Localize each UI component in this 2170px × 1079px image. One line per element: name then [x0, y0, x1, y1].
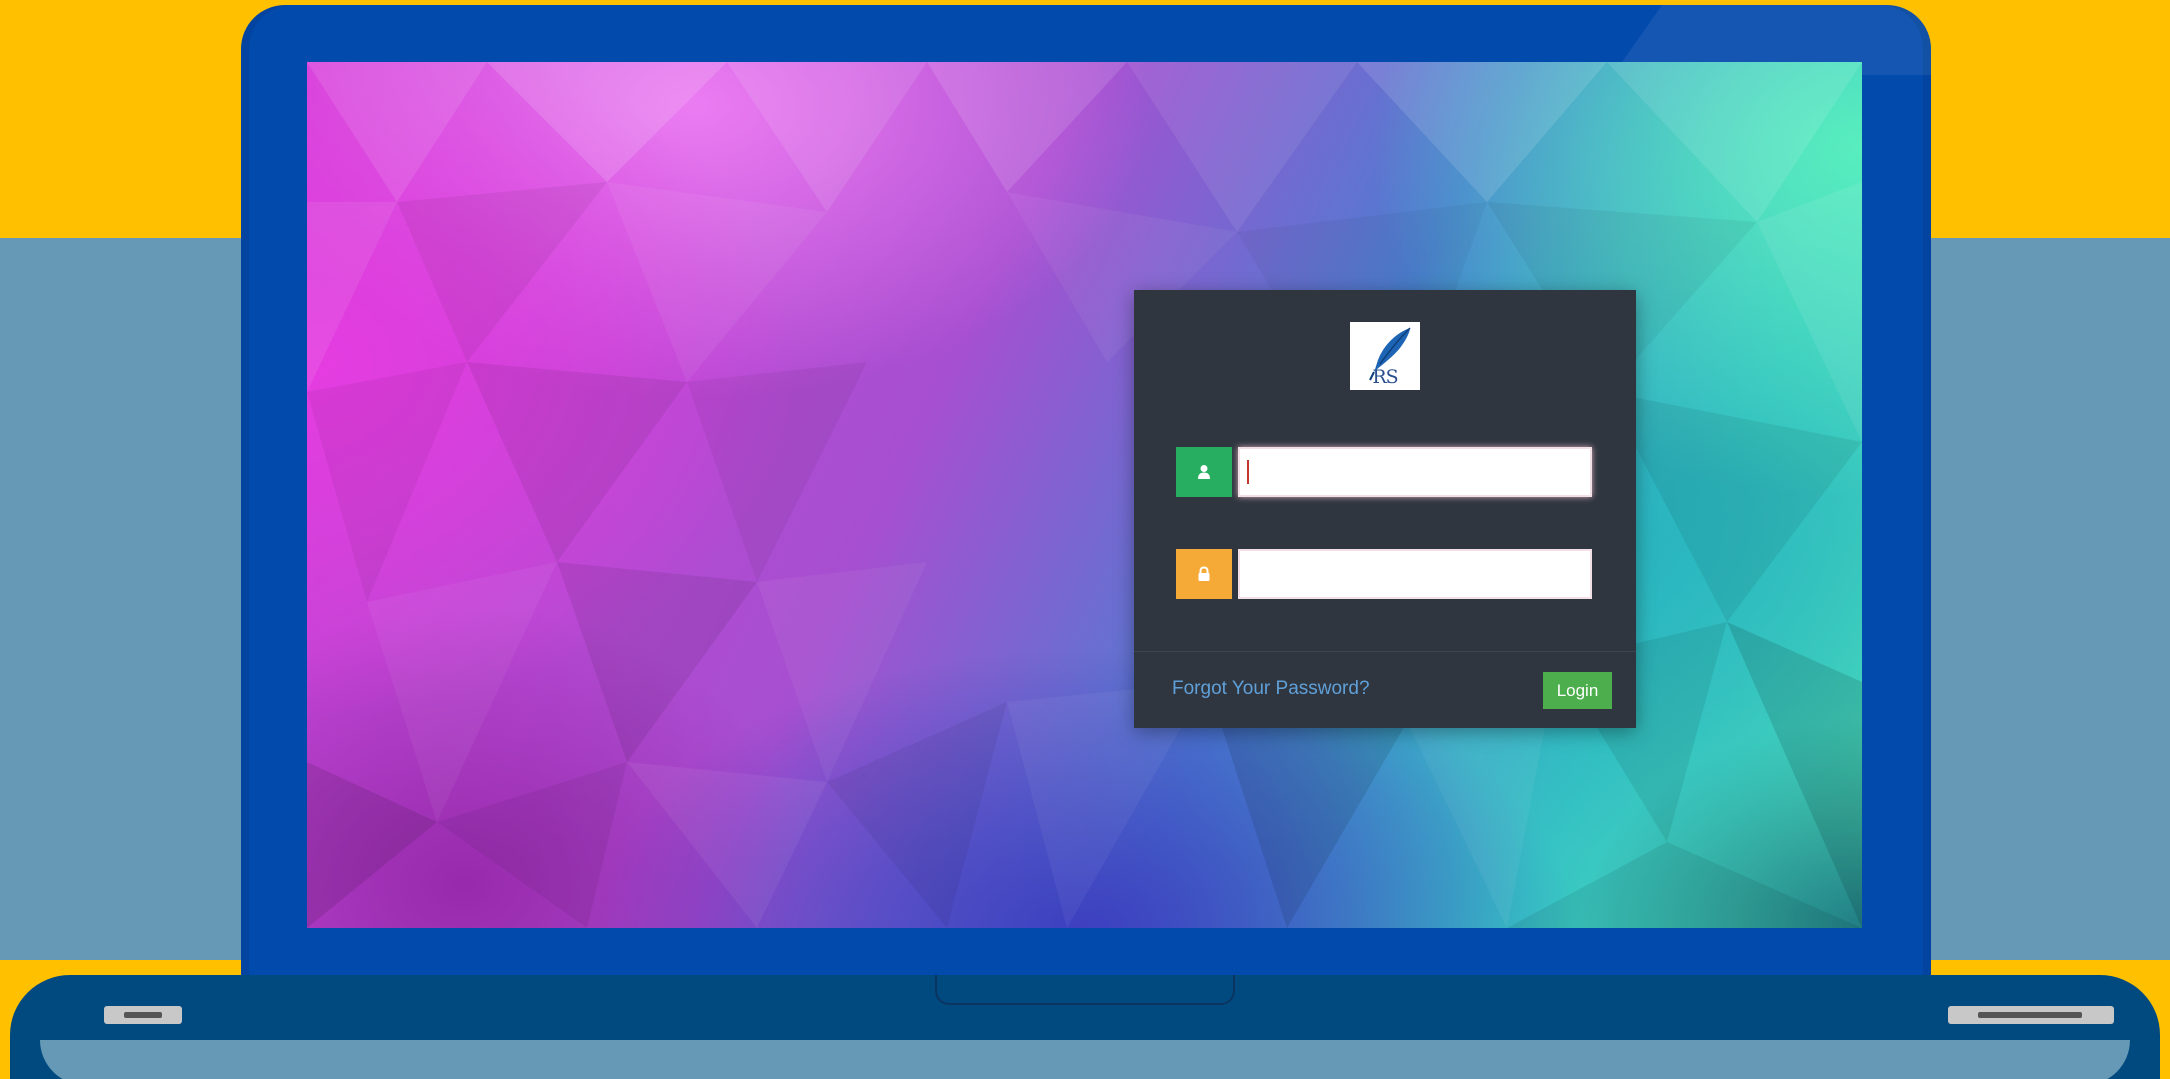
laptop-notch	[935, 975, 1235, 1005]
laptop-foot-left	[104, 1006, 182, 1024]
password-addon	[1176, 549, 1232, 599]
footer-divider	[1134, 651, 1636, 652]
foot-slot-left	[124, 1012, 162, 1018]
forgot-password-link[interactable]: Forgot Your Password?	[1172, 678, 1370, 700]
login-button[interactable]: Login	[1543, 672, 1612, 709]
laptop-base-shadow	[40, 1040, 2130, 1079]
foot-slot-right	[1978, 1012, 2082, 1018]
password-row	[1176, 549, 1594, 599]
rs-logo: RS	[1350, 322, 1420, 390]
text-caret	[1247, 460, 1249, 484]
username-addon	[1176, 447, 1232, 497]
password-input[interactable]	[1238, 549, 1592, 599]
laptop-screen: RS Forgot Your Password? Login	[307, 62, 1862, 928]
login-panel: RS Forgot Your Password? Login	[1134, 290, 1636, 728]
username-input[interactable]	[1238, 447, 1592, 497]
laptop-foot-right	[1948, 1006, 2114, 1024]
username-row	[1176, 447, 1594, 497]
lock-icon	[1198, 566, 1210, 581]
user-icon	[1198, 465, 1210, 479]
illustration-stage: RS Forgot Your Password? Login	[0, 0, 2170, 1079]
logo-text: RS	[1372, 366, 1398, 388]
